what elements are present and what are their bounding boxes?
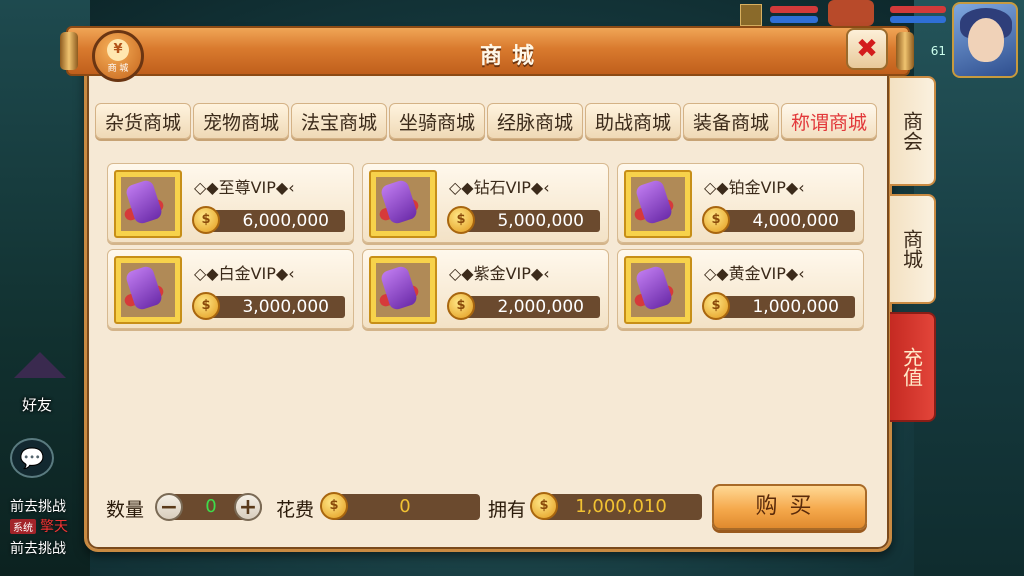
- coin-icon: $: [447, 292, 475, 320]
- quantity-value[interactable]: 0: [196, 496, 226, 517]
- coin-icon: $: [530, 492, 558, 520]
- coin-icon: $: [192, 206, 220, 234]
- chat-line-2: 前去挑战: [10, 541, 66, 557]
- quantity-label: 数量: [106, 499, 145, 521]
- friend-label[interactable]: 好友: [22, 394, 52, 415]
- cost-label: 花费: [276, 499, 315, 521]
- quantity-plus-button[interactable]: +: [234, 493, 262, 521]
- tab-treasure[interactable]: 法宝商城: [291, 103, 387, 139]
- close-button[interactable]: ✖: [846, 28, 888, 70]
- chat-icon[interactable]: 💬: [10, 438, 54, 478]
- mp-bar-2: [890, 16, 946, 23]
- item-price: 3,000,000: [200, 296, 345, 318]
- item-name: ◇◆钻石VIP◆‹: [449, 178, 550, 197]
- item-price: 5,000,000: [455, 210, 600, 232]
- badge-label: 商 城: [107, 64, 129, 74]
- coin-icon: $: [447, 206, 475, 234]
- pet-icon[interactable]: [828, 0, 874, 26]
- coin-icon: $: [320, 492, 348, 520]
- side-tab-shop[interactable]: 商城: [890, 194, 936, 304]
- category-tabs: 杂货商城 宠物商城 法宝商城 坐骑商城 经脉商城 助战商城 装备商城 称谓商城: [95, 103, 877, 139]
- owned-value: 1,000,010: [540, 494, 702, 520]
- item-card[interactable]: ◇◆至尊VIP◆‹ 6,000,000 $: [107, 163, 354, 243]
- item-card[interactable]: ◇◆黄金VIP◆‹ 1,000,000 $: [617, 249, 864, 329]
- vip-scroll-icon: [114, 256, 182, 324]
- item-name: ◇◆白金VIP◆‹: [194, 264, 295, 283]
- vip-scroll-icon: [369, 170, 437, 238]
- cost-value: 0: [330, 494, 480, 520]
- friend-hat-icon[interactable]: [14, 352, 66, 396]
- owned-label: 拥有: [488, 499, 527, 521]
- item-name: ◇◆紫金VIP◆‹: [449, 264, 550, 283]
- coin-icon: $: [702, 206, 730, 234]
- tab-meridian[interactable]: 经脉商城: [487, 103, 583, 139]
- side-tab-guild[interactable]: 商会: [890, 76, 936, 186]
- chat-line-tail: 擎天: [40, 519, 68, 535]
- shop-badge-icon: ¥ 商 城: [92, 30, 144, 82]
- vip-scroll-icon: [624, 256, 692, 324]
- item-name: ◇◆至尊VIP◆‹: [194, 178, 295, 197]
- tab-assist[interactable]: 助战商城: [585, 103, 681, 139]
- tab-grocery[interactable]: 杂货商城: [95, 103, 191, 139]
- hp-bar: [770, 6, 818, 13]
- game-world-left: [0, 0, 90, 576]
- hp-bar-2: [890, 6, 946, 13]
- item-price: 2,000,000: [455, 296, 600, 318]
- item-grid: ◇◆至尊VIP◆‹ 6,000,000 $ ◇◆钻石VIP◆‹ 5,000,00…: [107, 163, 864, 329]
- item-price: 1,000,000: [710, 296, 855, 318]
- vip-scroll-icon: [369, 256, 437, 324]
- vip-scroll-icon: [114, 170, 182, 238]
- coin-icon: $: [702, 292, 730, 320]
- yuan-coin-icon: ¥: [107, 39, 129, 61]
- item-name: ◇◆铂金VIP◆‹: [704, 178, 805, 197]
- tab-title[interactable]: 称谓商城: [781, 103, 877, 139]
- item-card[interactable]: ◇◆铂金VIP◆‹ 4,000,000 $: [617, 163, 864, 243]
- item-name: ◇◆黄金VIP◆‹: [704, 264, 805, 283]
- chat-system-tag: 系统: [10, 519, 36, 534]
- buff-icon[interactable]: [740, 4, 762, 26]
- item-card[interactable]: ◇◆紫金VIP◆‹ 2,000,000 $: [362, 249, 609, 329]
- item-price: 6,000,000: [200, 210, 345, 232]
- tab-equipment[interactable]: 装备商城: [683, 103, 779, 139]
- quantity-minus-button[interactable]: −: [155, 493, 183, 521]
- tab-pet[interactable]: 宠物商城: [193, 103, 289, 139]
- item-card[interactable]: ◇◆白金VIP◆‹ 3,000,000 $: [107, 249, 354, 329]
- coin-icon: $: [192, 292, 220, 320]
- tab-mount[interactable]: 坐骑商城: [389, 103, 485, 139]
- item-price: 4,000,000: [710, 210, 855, 232]
- side-tab-recharge[interactable]: 充值: [890, 312, 936, 422]
- mp-bar: [770, 16, 818, 23]
- chat-line-1: 前去挑战: [10, 499, 66, 515]
- vip-scroll-icon: [624, 170, 692, 238]
- buy-button[interactable]: 购买: [712, 484, 867, 530]
- item-card[interactable]: ◇◆钻石VIP◆‹ 5,000,000 $: [362, 163, 609, 243]
